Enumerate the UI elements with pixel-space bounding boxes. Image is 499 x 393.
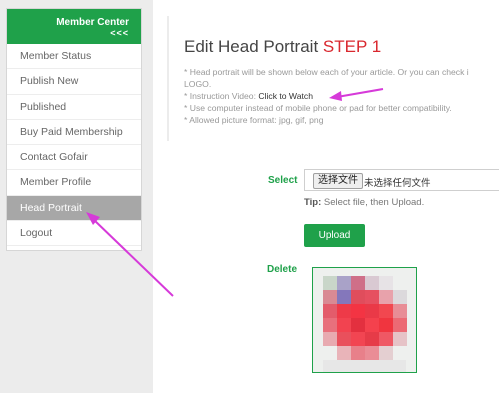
member-sidebar: Member Center <<< Member Status Publish … (6, 8, 142, 251)
note-instruction-video: * Instruction Video: Click to Watch (184, 91, 499, 103)
instruction-notes: * Head portrait will be shown below each… (184, 67, 499, 127)
portrait-preview (312, 267, 417, 373)
member-center-title: Member Center (56, 17, 129, 28)
sidebar-menu: Member Status Publish New Published Buy … (7, 44, 141, 247)
tip-label: Tip: (304, 197, 322, 208)
sidebar-item-published[interactable]: Published (7, 95, 141, 120)
upload-tip: Tip: Select file, then Upload. (304, 197, 424, 208)
note-formats: * Allowed picture format: jpg, gif, png (184, 114, 324, 125)
sidebar-item-contact-gofair[interactable]: Contact Gofair (7, 145, 141, 171)
note-instruction-video-label: * Instruction Video: (184, 90, 259, 101)
collapse-sidebar-button[interactable]: <<< (110, 28, 129, 38)
sidebar-item-head-portrait[interactable]: Head Portrait (7, 195, 141, 222)
tip-text: Select file, then Upload. (321, 197, 425, 208)
page-title-text: Edit Head Portrait (184, 37, 319, 56)
pixelated-portrait-image (313, 268, 416, 372)
step-label: STEP 1 (322, 37, 382, 56)
watch-video-link[interactable]: Click to Watch (258, 91, 313, 101)
delete-button[interactable]: Delete (267, 264, 297, 275)
note-portrait-usage: * Head portrait will be shown below each… (184, 67, 469, 77)
sidebar-item-member-status[interactable]: Member Status (7, 44, 141, 70)
section-divider (167, 16, 169, 141)
page-title: Edit Head Portrait STEP 1 (184, 37, 381, 57)
sidebar-header: Member Center <<< (7, 9, 141, 44)
note-device: * Use computer instead of mobile phone o… (184, 102, 452, 113)
upload-button[interactable]: Upload (304, 224, 365, 247)
note-portrait-usage-cont: LOGO. (184, 78, 212, 89)
sidebar-item-buy-paid-membership[interactable]: Buy Paid Membership (7, 120, 141, 146)
file-input[interactable]: 选择文件 未选择任何文件 (304, 169, 499, 191)
sidebar-item-member-profile[interactable]: Member Profile (7, 170, 141, 196)
file-status-text: 未选择任何文件 (364, 178, 431, 189)
sidebar-item-logout[interactable]: Logout (7, 221, 141, 247)
choose-file-button[interactable]: 选择文件 (313, 173, 363, 189)
sidebar-item-publish-new[interactable]: Publish New (7, 69, 141, 95)
select-label: Select (268, 175, 298, 186)
